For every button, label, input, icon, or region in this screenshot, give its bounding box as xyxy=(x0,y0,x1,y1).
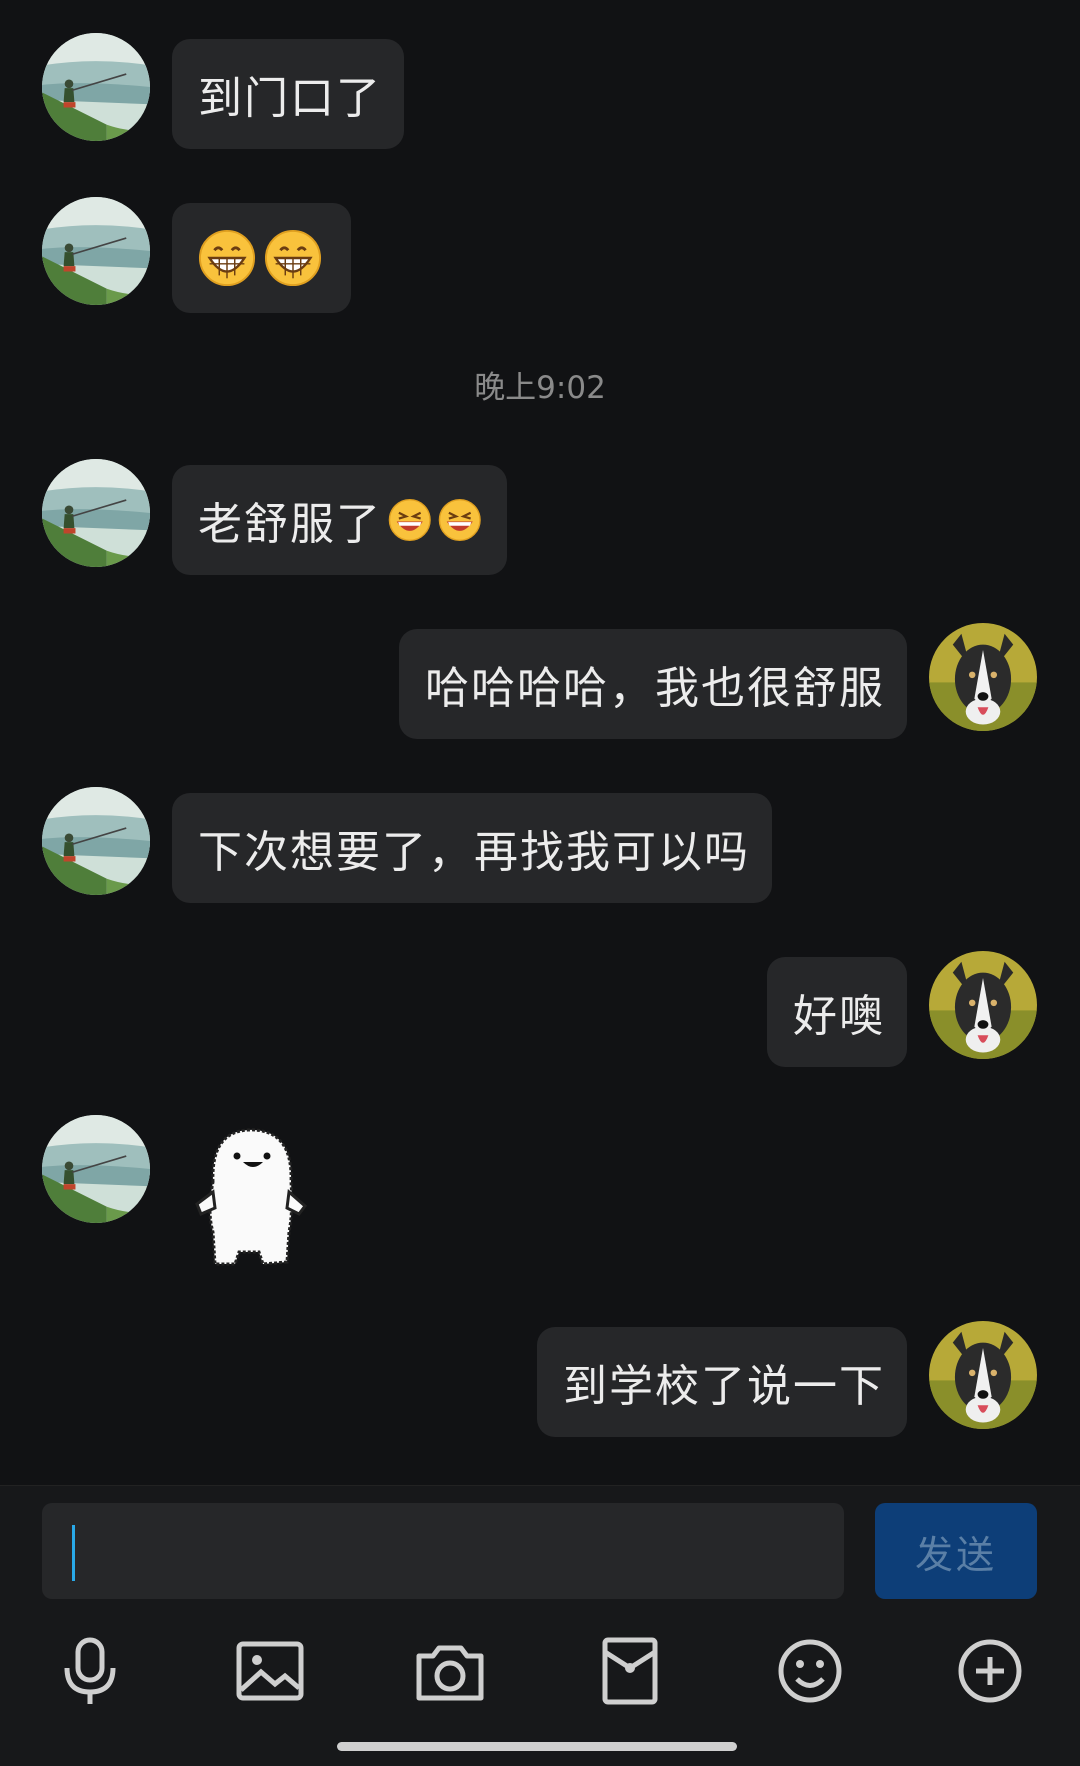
timestamp: 晚上9:02 xyxy=(474,370,606,406)
message-bubble[interactable]: 到门口了 xyxy=(172,39,404,149)
chat-area[interactable]: 到门口了 晚上9:02 老舒服了 哈哈哈哈，我也很舒服 下次想要了，再找我可以吗… xyxy=(0,0,1080,1485)
message-text: 到门口了 xyxy=(198,73,382,124)
message-bubble[interactable]: 哈哈哈哈，我也很舒服 xyxy=(399,629,907,739)
message-text: 哈哈哈哈，我也很舒服 xyxy=(425,663,885,714)
text-caret xyxy=(72,1525,75,1581)
camera-icon xyxy=(416,1645,484,1701)
fisherman-avatar-icon xyxy=(42,459,150,567)
camera-button[interactable] xyxy=(405,1626,495,1716)
message-text: 老舒服了 xyxy=(198,499,382,550)
red-packet-button[interactable] xyxy=(585,1626,675,1716)
composer: 发送 xyxy=(0,1485,1080,1766)
laugh-emoji-icon xyxy=(438,497,482,543)
message-bubble[interactable]: 下次想要了，再找我可以吗 xyxy=(172,793,772,903)
dog-avatar-icon xyxy=(929,951,1037,1059)
laugh-emoji-icon xyxy=(388,497,432,543)
fisherman-avatar-icon xyxy=(42,1115,150,1223)
image-icon xyxy=(236,1641,304,1701)
plus-icon xyxy=(958,1639,1022,1703)
fisherman-avatar-icon xyxy=(42,787,150,895)
avatar[interactable] xyxy=(929,1321,1037,1429)
microphone-button[interactable] xyxy=(45,1626,135,1716)
avatar[interactable] xyxy=(42,197,150,305)
message-text: 好噢 xyxy=(793,991,885,1042)
home-indicator[interactable] xyxy=(337,1742,737,1751)
message-bubble[interactable]: 好噢 xyxy=(767,957,907,1067)
fisherman-avatar-icon xyxy=(42,197,150,305)
avatar[interactable] xyxy=(42,1115,150,1223)
message-input[interactable] xyxy=(42,1503,844,1599)
emoji-icon xyxy=(778,1639,842,1703)
dog-avatar-icon xyxy=(929,623,1037,731)
grin-emoji-icon xyxy=(264,229,322,287)
dog-avatar-icon xyxy=(929,1321,1037,1429)
fisherman-avatar-icon xyxy=(42,33,150,141)
avatar[interactable] xyxy=(42,33,150,141)
avatar[interactable] xyxy=(42,459,150,567)
message-text: 到学校了说一下 xyxy=(563,1361,885,1412)
emoji-button[interactable] xyxy=(765,1626,855,1716)
message-bubble[interactable]: 到学校了说一下 xyxy=(537,1327,907,1437)
red-packet-icon xyxy=(602,1637,658,1705)
more-button[interactable] xyxy=(945,1626,1035,1716)
dancing-blob-sticker[interactable] xyxy=(193,1122,313,1270)
message-bubble[interactable]: 老舒服了 xyxy=(172,465,507,575)
send-button[interactable]: 发送 xyxy=(875,1503,1037,1599)
image-button[interactable] xyxy=(225,1626,315,1716)
message-text: 下次想要了，再找我可以吗 xyxy=(198,827,750,878)
avatar[interactable] xyxy=(929,951,1037,1059)
avatar[interactable] xyxy=(929,623,1037,731)
avatar[interactable] xyxy=(42,787,150,895)
grin-emoji-icon xyxy=(198,229,256,287)
message-bubble[interactable] xyxy=(172,203,351,313)
input-toolbar xyxy=(0,1626,1080,1716)
microphone-icon xyxy=(64,1637,116,1704)
